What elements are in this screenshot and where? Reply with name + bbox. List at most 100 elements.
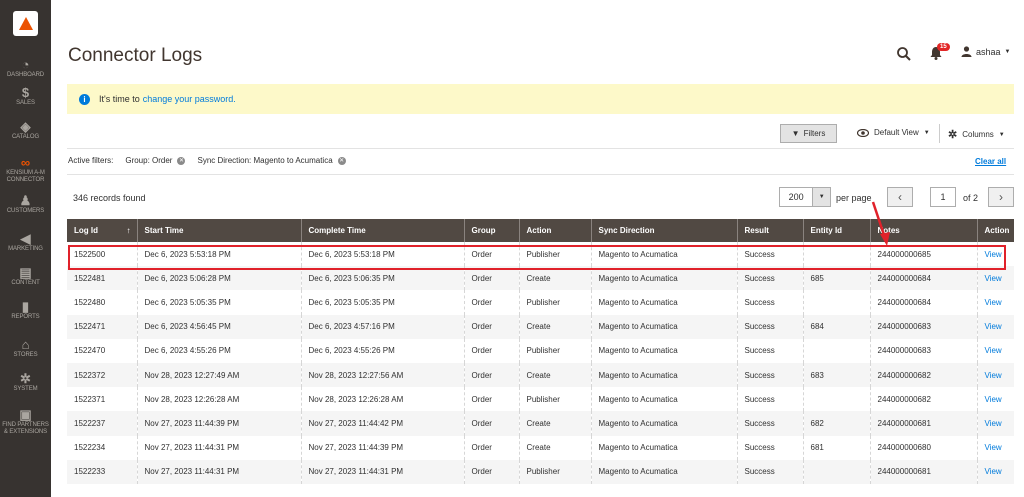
sidebar-item-kensium-a-m-connector[interactable]: ∞ KENSIUM A-M CONNECTOR	[0, 156, 51, 184]
columns-dropdown[interactable]: ✲ Columns ▼	[948, 128, 1005, 141]
table-cell	[802, 459, 870, 484]
clear-all-filters-link[interactable]: Clear all	[975, 157, 1006, 166]
table-cell: Nov 28, 2023 12:26:28 AM	[300, 387, 464, 412]
column-header-label: Action	[526, 226, 552, 235]
table-cell: Create	[518, 314, 591, 339]
view-link[interactable]: View	[985, 346, 1002, 355]
filters-button[interactable]: ▼ Filters	[780, 124, 837, 143]
change-password-link[interactable]: change your password.	[143, 94, 236, 104]
remove-filter-icon[interactable]: ✕	[177, 156, 186, 165]
table-cell: Nov 27, 2023 11:44:31 PM	[136, 435, 301, 460]
table-row: 1522470 Dec 6, 2023 4:55:26 PM Dec 6, 2023…	[67, 338, 1014, 363]
view-link[interactable]: View	[985, 395, 1002, 404]
notifications-bell-icon[interactable]: 15	[929, 43, 950, 64]
table-cell: View	[976, 435, 1014, 460]
view-link[interactable]: View	[985, 371, 1002, 380]
table-cell: Magento to Acumatica	[590, 290, 737, 315]
sidebar-item-marketing[interactable]: ◀ MARKETING	[0, 232, 51, 253]
filter-chip-label: Group: Order	[125, 156, 173, 165]
table-cell: Order	[463, 387, 519, 412]
table-cell: Publisher	[518, 290, 591, 315]
table-cell: Order	[463, 290, 519, 315]
table-cell: Order	[463, 362, 519, 388]
sidebar-item-reports[interactable]: ▮ REPORTS	[0, 300, 51, 321]
column-header[interactable]: Entity Id	[802, 219, 870, 242]
adobe-logo-icon[interactable]	[13, 11, 38, 36]
table-cell: Nov 27, 2023 11:44:31 PM	[300, 459, 464, 484]
table-cell: Order	[463, 411, 519, 436]
column-header[interactable]: Log Id ↑	[67, 219, 137, 242]
per-page-select[interactable]: 200 ▼	[779, 187, 831, 207]
chevron-down-icon: ▼	[923, 129, 930, 136]
dashboard-icon: ◔	[21, 57, 30, 72]
column-header-label: Log Id	[74, 226, 98, 235]
sidebar-item-stores[interactable]: ⌂ STORES	[0, 338, 51, 359]
table-cell: Magento to Acumatica	[590, 411, 737, 436]
table-cell: View	[976, 314, 1014, 339]
eye-icon	[857, 128, 869, 137]
sidebar-item-dashboard[interactable]: ◔ DASHBOARD	[0, 58, 51, 79]
table-cell: 1522471	[67, 314, 137, 339]
table-cell: Success	[736, 459, 803, 484]
view-link[interactable]: View	[985, 298, 1002, 307]
sidebar-item-content[interactable]: ▤ CONTENT	[0, 266, 51, 287]
table-cell: Nov 27, 2023 11:44:42 PM	[300, 411, 464, 436]
table-cell: Magento to Acumatica	[590, 314, 737, 339]
table-cell	[802, 387, 870, 412]
sidebar-item-system[interactable]: ✲ SYSTEM	[0, 372, 51, 393]
next-page-button[interactable]: ›	[988, 187, 1014, 207]
previous-page-button[interactable]: ‹	[887, 187, 913, 207]
table-cell: Dec 6, 2023 4:56:45 PM	[136, 314, 301, 339]
table-row: 1522233 Nov 27, 2023 11:44:31 PM Nov 27, 2…	[67, 459, 1014, 484]
default-view-dropdown[interactable]: Default View ▼	[857, 128, 930, 137]
page-number-input[interactable]: 1	[930, 187, 956, 207]
table-cell: Nov 28, 2023 12:27:49 AM	[136, 362, 301, 388]
column-header[interactable]: Action	[976, 219, 1014, 242]
sidebar-item-sales[interactable]: $ SALES	[0, 86, 51, 107]
column-header[interactable]: Action	[518, 219, 591, 242]
view-link[interactable]: View	[985, 274, 1002, 283]
table-cell: Order	[463, 435, 519, 460]
view-link[interactable]: View	[985, 419, 1002, 428]
table-cell: Dec 6, 2023 5:05:35 PM	[136, 290, 301, 315]
user-menu[interactable]: ashaa ▼	[961, 46, 1010, 57]
table-cell: Success	[736, 338, 803, 363]
column-header[interactable]: Result	[736, 219, 803, 242]
table-cell: 1522372	[67, 362, 137, 388]
catalog-icon: ◈	[20, 119, 31, 134]
sidebar-item-find-partners-extensions[interactable]: ▣ FIND PARTNERS & EXTENSIONS	[0, 408, 51, 436]
view-link[interactable]: View	[985, 322, 1002, 331]
search-icon[interactable]	[896, 46, 912, 62]
chevron-down-icon[interactable]: ▼	[812, 188, 830, 206]
table-cell: 244000000681	[869, 411, 977, 436]
divider	[67, 148, 1014, 149]
highlight-box	[68, 245, 1006, 270]
sidebar-item-customers[interactable]: ♟ CUSTOMERS	[0, 194, 51, 215]
view-link[interactable]: View	[985, 443, 1002, 452]
column-header[interactable]: Start Time	[136, 219, 301, 242]
column-header[interactable]: Complete Time	[300, 219, 464, 242]
column-header-label: Complete Time	[308, 226, 366, 235]
table-cell: Dec 6, 2023 4:55:26 PM	[300, 338, 464, 363]
active-filters-label: Active filters:	[68, 156, 114, 165]
table-cell	[802, 290, 870, 315]
filter-chip-label: Sync Direction: Magento to Acumatica	[197, 156, 333, 165]
sidebar-item-label: FIND PARTNERS & EXTENSIONS	[2, 422, 49, 435]
sidebar-item-label: CATALOG	[11, 134, 40, 140]
view-link[interactable]: View	[985, 467, 1002, 476]
column-header[interactable]: Notes	[869, 219, 977, 242]
remove-filter-icon[interactable]: ✕	[337, 156, 346, 165]
table-cell: 244000000683	[869, 338, 977, 363]
table-cell: 683	[802, 362, 870, 388]
table-row: 1522371 Nov 28, 2023 12:26:28 AM Nov 28, 2…	[67, 387, 1014, 412]
column-header[interactable]: Sync Direction	[590, 219, 737, 242]
sidebar-item-catalog[interactable]: ◈ CATALOG	[0, 120, 51, 141]
per-page-value: 200	[788, 192, 804, 202]
column-header[interactable]: Group	[463, 219, 519, 242]
table-cell: View	[976, 338, 1014, 363]
sidebar-item-label: DASHBOARD	[6, 72, 45, 78]
table-cell	[802, 338, 870, 363]
gear-icon: ✲	[948, 129, 958, 141]
table-cell: 1522470	[74, 346, 106, 356]
table-cell: Nov 27, 2023 11:44:39 PM	[300, 435, 464, 460]
